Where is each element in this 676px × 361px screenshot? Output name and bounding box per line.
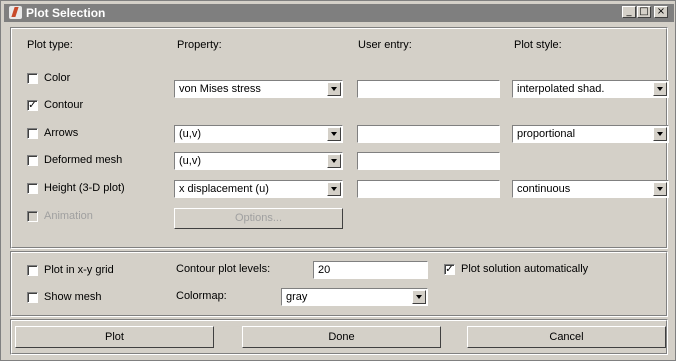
contour-levels-value: 20 [318,264,331,276]
color-checkbox[interactable] [27,73,38,84]
plot-style-header: Plot style: [514,39,562,51]
window-title: Plot Selection [26,6,106,20]
color-label: Color [44,72,71,84]
plot-type-header: Plot type: [27,39,73,51]
chevron-down-icon[interactable] [653,127,667,141]
chevron-down-icon[interactable] [327,154,341,168]
show-mesh-checkbox[interactable] [27,292,38,303]
deformed-mesh-user-entry-field[interactable] [357,152,500,170]
color-user-entry-field[interactable] [357,80,500,98]
show-mesh-label: Show mesh [44,291,102,303]
matlab-logo-icon [9,6,22,19]
colormap-dropdown[interactable]: gray [281,288,428,306]
deformed-mesh-property-dropdown[interactable]: (u,v) [174,152,343,170]
contour-checkbox[interactable]: ✓ [27,100,38,111]
height-3d-property-value: x displacement (u) [179,183,269,195]
height-3d-plot-style-value: continuous [517,183,571,195]
deformed-mesh-checkbox[interactable] [27,155,38,166]
chevron-down-icon[interactable] [327,82,341,96]
done-button[interactable]: Done [242,326,441,348]
plot-xy-grid-label: Plot in x-y grid [44,264,114,276]
height-3d-checkbox[interactable] [27,183,38,194]
arrows-plot-style-value: proportional [517,128,576,140]
animation-checkbox [27,211,38,222]
color-plot-style-dropdown[interactable]: interpolated shad. [512,80,669,98]
plot-auto-label: Plot solution automatically [461,263,589,275]
deformed-mesh-property-value: (u,v) [179,155,201,167]
animation-label: Animation [44,210,93,222]
title-bar[interactable]: Plot Selection _ □ × [4,4,674,22]
minimize-button[interactable]: _ [622,6,636,18]
color-property-dropdown[interactable]: von Mises stress [174,80,343,98]
arrows-plot-style-dropdown[interactable]: proportional [512,125,669,143]
chevron-down-icon[interactable] [327,182,341,196]
contour-label: Contour [44,99,84,111]
chevron-down-icon[interactable] [653,82,667,96]
chevron-down-icon[interactable] [327,127,341,141]
height-3d-user-entry-field[interactable] [357,180,500,198]
color-plot-style-value: interpolated shad. [517,83,605,95]
contour-levels-label: Contour plot levels: [176,263,271,275]
plot-selection-window: Plot Selection _ □ × Plot type: Property… [0,0,676,361]
arrows-user-entry-field[interactable] [357,125,500,143]
contour-levels-field[interactable]: 20 [313,261,428,279]
chevron-down-icon[interactable] [653,182,667,196]
chevron-down-icon[interactable] [412,290,426,304]
close-button[interactable]: × [654,6,668,18]
arrows-checkbox[interactable] [27,128,38,139]
plot-button[interactable]: Plot [15,326,214,348]
height-3d-label: Height (3-D plot) [44,182,125,194]
color-property-value: von Mises stress [179,83,261,95]
height-3d-property-dropdown[interactable]: x displacement (u) [174,180,343,198]
maximize-button[interactable]: □ [637,6,651,18]
user-entry-header: User entry: [358,39,412,51]
deformed-mesh-label: Deformed mesh [44,154,123,166]
cancel-button[interactable]: Cancel [467,326,666,348]
options-button: Options... [174,208,343,229]
property-header: Property: [177,39,222,51]
colormap-label: Colormap: [176,290,227,302]
arrows-property-dropdown[interactable]: (u,v) [174,125,343,143]
colormap-value: gray [286,291,308,303]
height-3d-plot-style-dropdown[interactable]: continuous [512,180,669,198]
arrows-property-value: (u,v) [179,128,201,140]
arrows-label: Arrows [44,127,79,139]
plot-xy-grid-checkbox[interactable] [27,265,38,276]
plot-auto-checkbox[interactable]: ✓ [444,264,455,275]
